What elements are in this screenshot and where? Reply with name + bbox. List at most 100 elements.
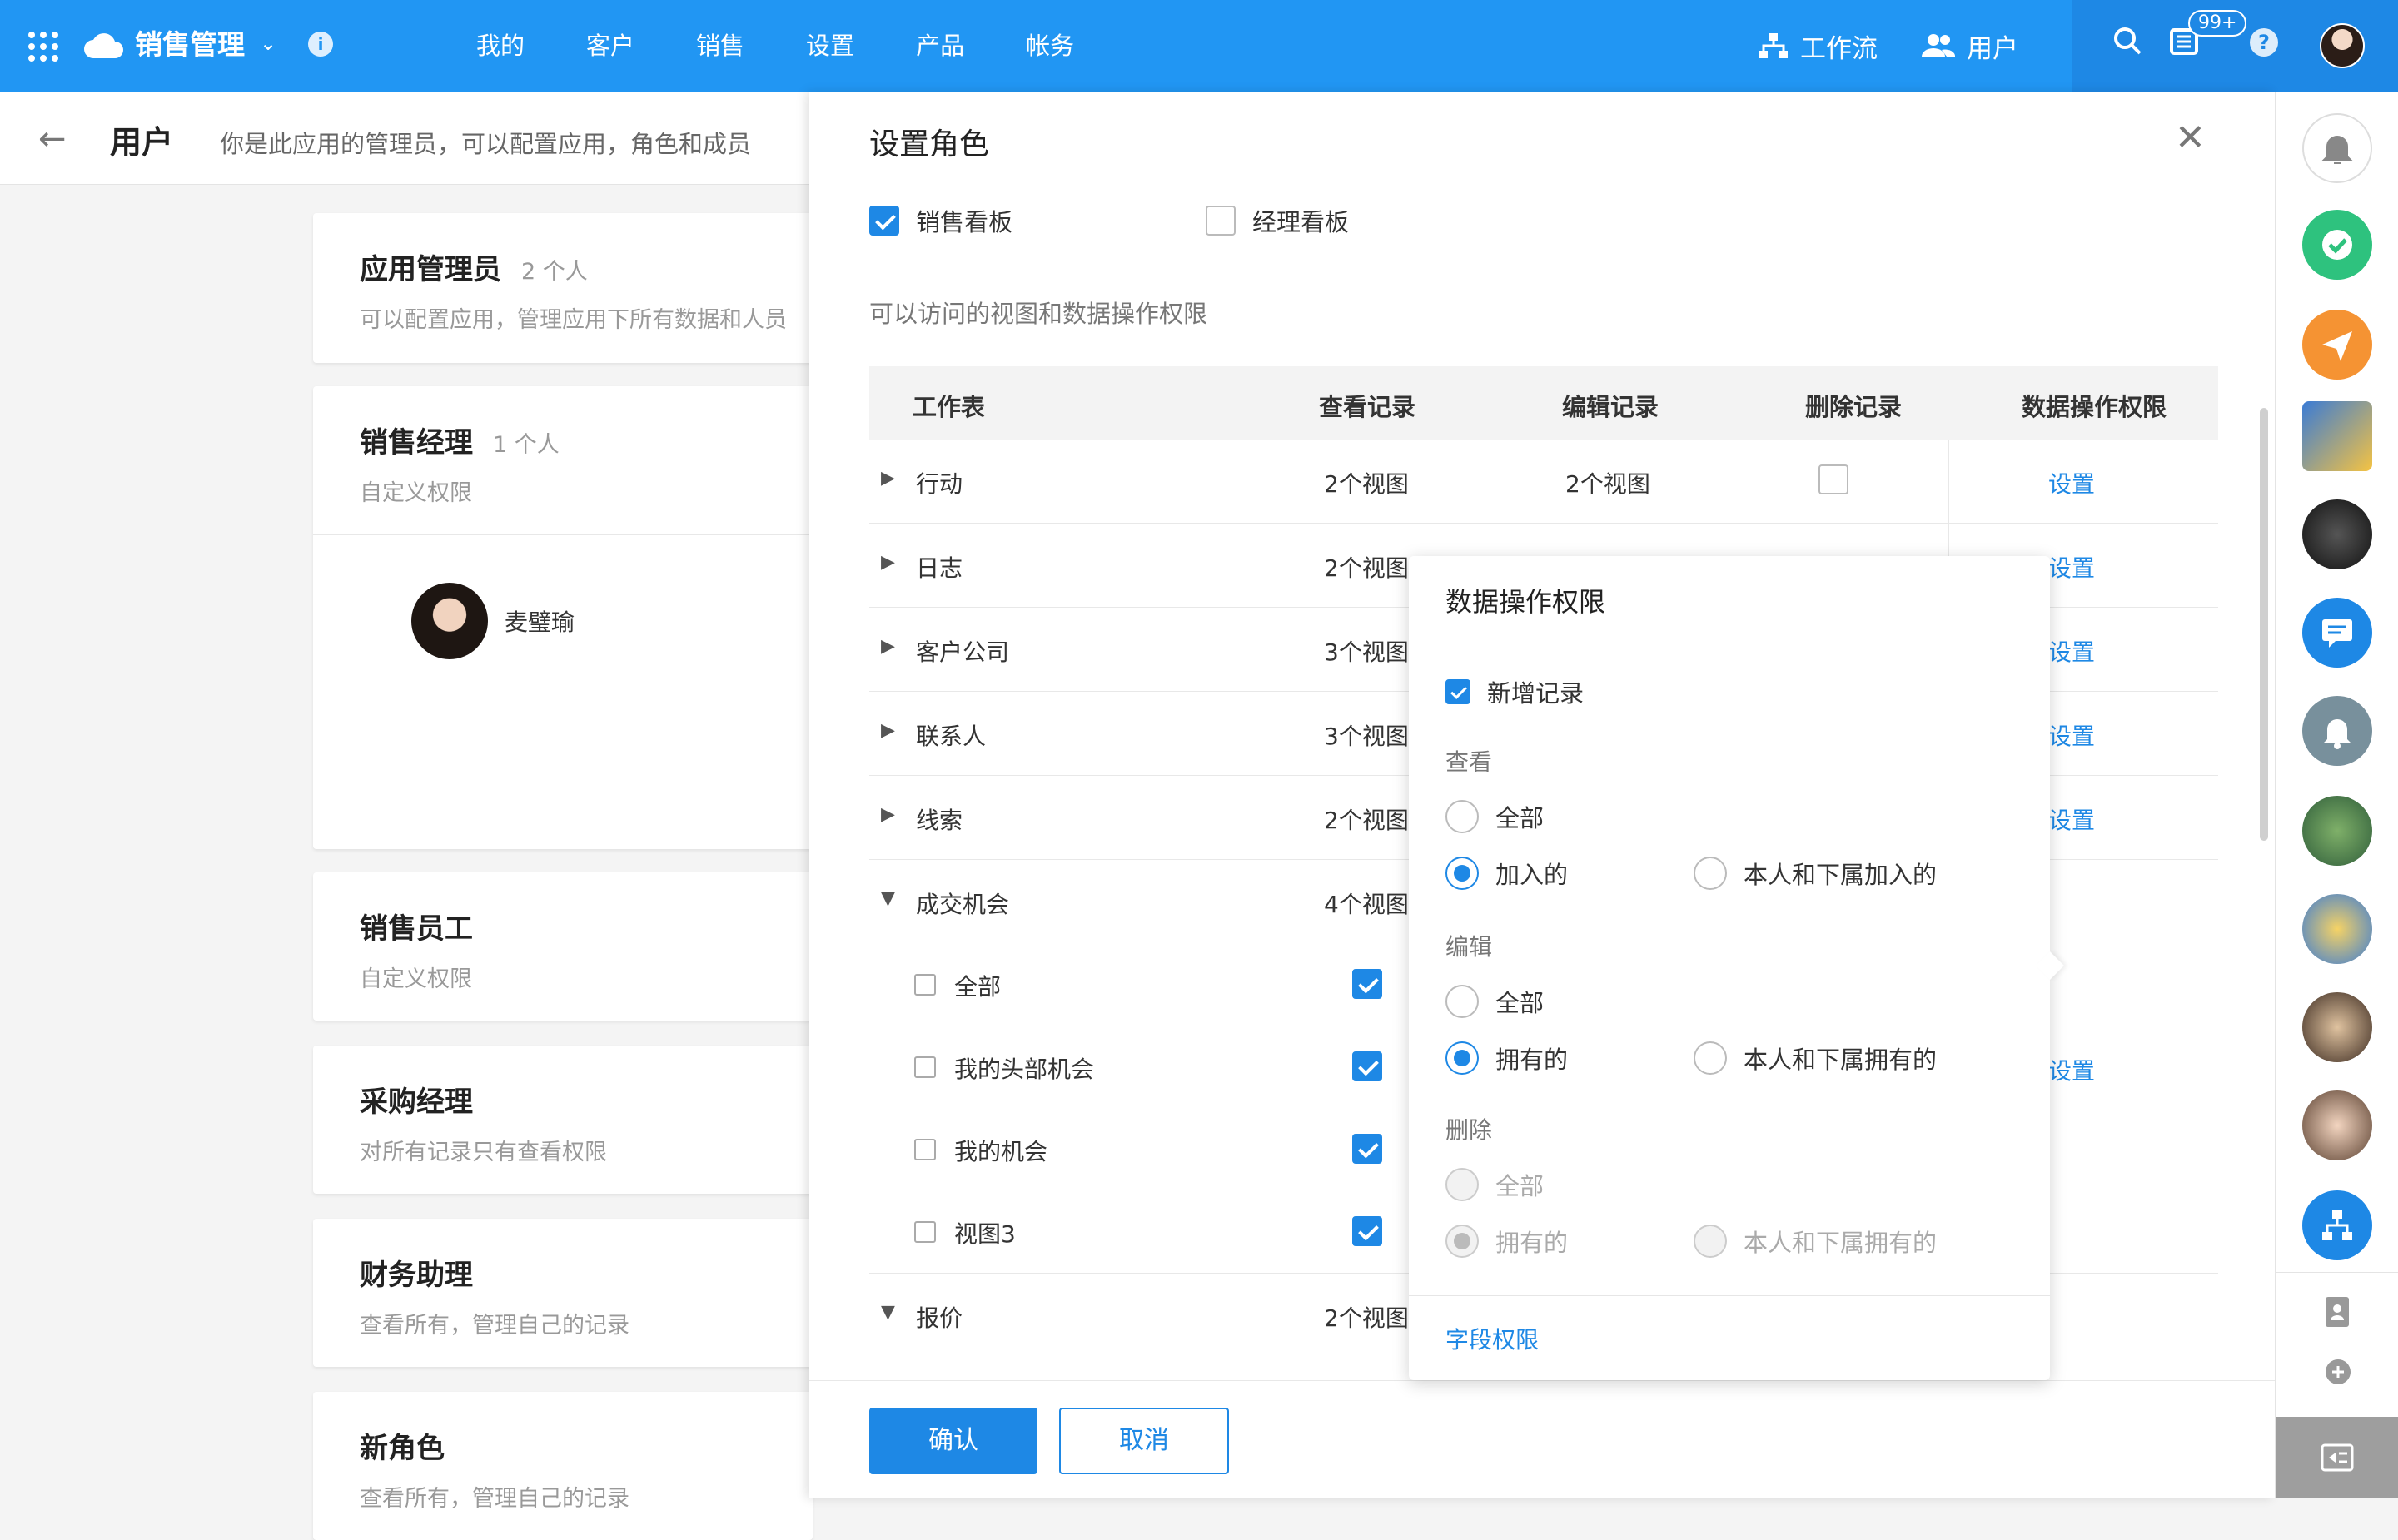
caret-right-icon[interactable]: ▶: [881, 468, 895, 489]
radio-unselected[interactable]: [1694, 1041, 1727, 1075]
caret-down-icon[interactable]: ▼: [881, 1302, 895, 1323]
contact-avatar[interactable]: [2302, 1090, 2372, 1160]
role-description: 查看所有，管理自己的记录: [360, 1313, 629, 1339]
settings-link[interactable]: 设置: [2048, 466, 2095, 499]
caret-right-icon[interactable]: ▶: [881, 720, 895, 741]
add-chat-icon[interactable]: [2322, 1357, 2354, 1388]
contact-avatar[interactable]: [2302, 992, 2372, 1062]
edit-sub-owned-radio[interactable]: 本人和下属拥有的: [1694, 1041, 1937, 1076]
radio-unselected[interactable]: [1445, 985, 1479, 1018]
send-icon[interactable]: [2302, 310, 2372, 380]
settings-link[interactable]: 设置: [2048, 550, 2095, 584]
option-label: 新增记录: [1487, 679, 1585, 708]
view-count[interactable]: 4个视图: [1324, 887, 1409, 920]
radio-unselected[interactable]: [1445, 800, 1479, 833]
role-card[interactable]: 应用管理员 2 个人 可以配置应用，管理应用下所有数据和人员: [313, 213, 813, 363]
caret-right-icon[interactable]: ▶: [881, 636, 895, 657]
caret-down-icon[interactable]: ▼: [881, 888, 895, 909]
info-icon[interactable]: i: [308, 32, 333, 57]
role-card[interactable]: 采购经理 对所有记录只有查看权限: [313, 1046, 813, 1194]
radio-selected[interactable]: [1445, 1041, 1479, 1075]
checkbox-checked[interactable]: [1445, 679, 1470, 704]
option-label: 全部: [1495, 804, 1545, 832]
role-card[interactable]: 销售员工 自定义权限: [313, 872, 813, 1021]
view-count[interactable]: 2个视图: [1324, 550, 1409, 584]
view-count[interactable]: 3个视图: [1324, 634, 1409, 668]
caret-right-icon[interactable]: ▶: [881, 804, 895, 825]
app-icon-2[interactable]: [2302, 499, 2372, 569]
role-card[interactable]: 新角色 查看所有，管理自己的记录: [313, 1392, 813, 1540]
back-arrow-icon[interactable]: ←: [38, 120, 67, 158]
list-icon: [914, 974, 936, 996]
col-view: 查看记录: [1319, 393, 1416, 421]
view-sub-joined-radio[interactable]: 本人和下属加入的: [1694, 856, 1937, 891]
chat-icon[interactable]: [2302, 598, 2372, 668]
add-record-option[interactable]: 新增记录: [1445, 674, 1584, 709]
app-name[interactable]: 销售管理: [135, 25, 245, 65]
workflow-button[interactable]: 工作流: [1759, 25, 1878, 67]
contacts-icon[interactable]: [2322, 1295, 2352, 1329]
board-checkbox-sales[interactable]: 销售看板: [869, 203, 1012, 238]
table-header: 工作表 查看记录 编辑记录 删除记录 数据操作权限: [869, 366, 2218, 440]
view-count[interactable]: 2个视图: [1324, 802, 1409, 836]
contact-avatar[interactable]: [2302, 894, 2372, 964]
view-count[interactable]: 2个视图: [1324, 466, 1409, 499]
nav-item-mine[interactable]: 我的: [476, 25, 525, 67]
dock-collapse-button[interactable]: [2276, 1417, 2398, 1498]
view-name: 我的机会: [954, 1138, 1048, 1165]
view-checkbox[interactable]: [1352, 1216, 1382, 1246]
nav-item-settings[interactable]: 设置: [806, 25, 854, 67]
nav-item-customers[interactable]: 客户: [586, 25, 634, 67]
search-icon[interactable]: [2112, 25, 2145, 58]
apps-grid-icon[interactable]: [28, 32, 58, 62]
settings-link[interactable]: 设置: [2048, 1053, 2095, 1086]
nav-item-sales[interactable]: 销售: [696, 25, 744, 67]
nav-item-products[interactable]: 产品: [916, 25, 964, 67]
chevron-down-icon[interactable]: ⌄: [260, 32, 276, 55]
view-checkbox[interactable]: [1352, 1051, 1382, 1081]
view-checkbox[interactable]: [1352, 969, 1382, 999]
check-icon[interactable]: [2302, 210, 2372, 280]
view-all-radio[interactable]: 全部: [1445, 799, 1544, 834]
field-permission-link[interactable]: 字段权限: [1445, 1322, 1539, 1355]
radio-selected[interactable]: [1445, 857, 1479, 890]
view-joined-radio[interactable]: 加入的: [1445, 856, 1568, 891]
confirm-button[interactable]: 确认: [869, 1408, 1037, 1474]
help-icon[interactable]: ?: [2250, 28, 2278, 57]
role-card[interactable]: 财务助理 查看所有，管理自己的记录: [313, 1219, 813, 1367]
users-button[interactable]: 用户: [1922, 25, 2018, 67]
collapse-icon: [2321, 1443, 2354, 1472]
view-count[interactable]: 3个视图: [1324, 718, 1409, 752]
board-checkbox-manager[interactable]: 经理看板: [1206, 203, 1349, 238]
notification-bell-icon[interactable]: [2302, 696, 2372, 766]
contact-avatar[interactable]: [2302, 796, 2372, 866]
user-avatar[interactable]: [2320, 23, 2365, 68]
role-name: 采购经理: [360, 1085, 473, 1119]
delete-checkbox[interactable]: [1818, 464, 1848, 494]
app-icon-1[interactable]: [2302, 401, 2372, 471]
caret-right-icon[interactable]: ▶: [881, 552, 895, 573]
close-icon[interactable]: ✕: [2175, 117, 2206, 159]
cancel-button[interactable]: 取消: [1059, 1408, 1229, 1474]
checkbox-checked[interactable]: [869, 206, 899, 236]
member-item[interactable]: 麦璧瑜: [411, 583, 575, 659]
view-checkbox[interactable]: [1352, 1134, 1382, 1164]
org-chart-icon[interactable]: [2302, 1190, 2372, 1260]
settings-link[interactable]: 设置: [2048, 634, 2095, 668]
delete-all-radio: 全部: [1445, 1167, 1544, 1202]
bell-icon[interactable]: [2302, 113, 2372, 183]
role-card[interactable]: 销售经理 1 个人 自定义权限 麦璧瑜: [313, 386, 813, 849]
settings-link[interactable]: 设置: [2048, 802, 2095, 836]
settings-link[interactable]: 设置: [2048, 718, 2095, 752]
view-count[interactable]: 2个视图: [1324, 1300, 1409, 1334]
users-icon: [1922, 34, 1955, 57]
checkbox-unchecked[interactable]: [1206, 206, 1236, 236]
edit-count[interactable]: 2个视图: [1565, 466, 1650, 499]
role-name: 销售经理 1 个人: [360, 426, 560, 460]
edit-owned-radio[interactable]: 拥有的: [1445, 1041, 1568, 1076]
nav-item-accounts[interactable]: 帐务: [1026, 25, 1074, 67]
edit-all-radio[interactable]: 全部: [1445, 984, 1544, 1019]
radio-unselected[interactable]: [1694, 857, 1727, 890]
modal-footer: 确认 取消: [809, 1380, 2275, 1498]
modal-scrollbar[interactable]: [2260, 408, 2268, 841]
